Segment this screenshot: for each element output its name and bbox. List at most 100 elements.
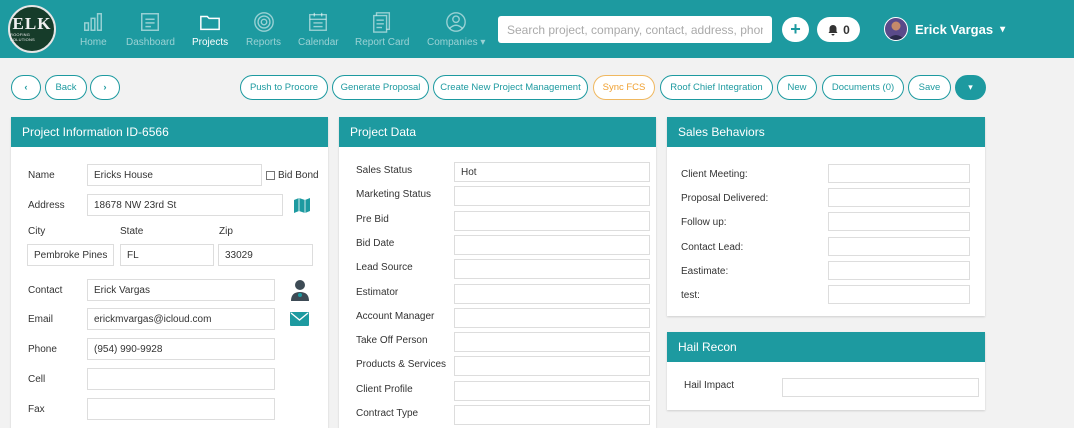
field-label: Client Profile bbox=[356, 383, 413, 395]
city-label: City bbox=[28, 226, 46, 237]
phone-label: Phone bbox=[28, 344, 57, 355]
nav-reports[interactable]: Reports bbox=[246, 11, 281, 48]
zip-input[interactable]: 33029 bbox=[218, 244, 313, 266]
save-button[interactable]: Save bbox=[908, 75, 951, 100]
notifications-button[interactable]: 0 bbox=[817, 17, 860, 42]
field-input[interactable] bbox=[828, 164, 970, 183]
documents-button[interactable]: Documents (0) bbox=[822, 75, 904, 100]
nav-projects[interactable]: Projects bbox=[192, 11, 228, 48]
address-input[interactable]: 18678 NW 23rd St bbox=[87, 194, 283, 216]
field-input[interactable] bbox=[454, 405, 650, 425]
nav-home[interactable]: Home bbox=[80, 11, 107, 48]
email-input[interactable]: erickmvargas@icloud.com bbox=[87, 308, 275, 330]
map-icon[interactable] bbox=[294, 198, 310, 213]
fax-label: Fax bbox=[28, 404, 45, 415]
panel-title: Project Data bbox=[339, 117, 656, 147]
fax-input[interactable] bbox=[87, 398, 275, 420]
calendar-icon bbox=[309, 12, 328, 31]
nav-calendar[interactable]: Calendar bbox=[298, 11, 339, 48]
envelope-icon[interactable] bbox=[290, 312, 309, 326]
panel-title: Project Information ID-6566 bbox=[11, 117, 328, 147]
field-label: Contract Type bbox=[356, 408, 419, 419]
back-button[interactable]: Back bbox=[45, 75, 87, 100]
field-input[interactable] bbox=[454, 259, 650, 280]
field-input[interactable] bbox=[454, 307, 650, 328]
field-label: Marketing Status bbox=[356, 189, 432, 201]
dashboard-icon bbox=[141, 13, 160, 31]
search-input[interactable] bbox=[498, 16, 772, 43]
user-circle-icon bbox=[446, 12, 467, 32]
project-data-panel: Project Data Sales Status Hot Marketing St… bbox=[339, 117, 656, 428]
nav-dashboard-label: Dashboard bbox=[126, 37, 175, 48]
field-input[interactable] bbox=[454, 186, 650, 207]
contact-input[interactable]: Erick Vargas bbox=[87, 279, 275, 301]
state-input[interactable]: FL bbox=[120, 244, 214, 266]
user-photo-icon bbox=[887, 21, 905, 40]
zip-label: Zip bbox=[219, 226, 233, 237]
logo-subtext: ROOFING SOLUTIONS bbox=[10, 32, 35, 42]
nav-calendar-label: Calendar bbox=[298, 37, 339, 48]
new-button[interactable]: New bbox=[777, 75, 817, 100]
name-input[interactable]: Ericks House bbox=[87, 164, 262, 186]
logo-text: ELK bbox=[12, 14, 52, 33]
more-options-button[interactable]: ▾ bbox=[955, 75, 986, 100]
checkbox-box[interactable] bbox=[266, 171, 275, 180]
field-label: Estimator bbox=[356, 286, 399, 298]
roof-chief-integration-button[interactable]: Roof Chief Integration bbox=[660, 75, 773, 100]
company-logo[interactable]: ELK ROOFING SOLUTIONS bbox=[8, 5, 56, 53]
field-input[interactable] bbox=[454, 380, 650, 401]
field-input[interactable] bbox=[828, 285, 970, 304]
field-input[interactable] bbox=[828, 260, 970, 280]
nav-home-label: Home bbox=[80, 37, 107, 48]
sync-fcs-button[interactable]: Sync FCS bbox=[593, 75, 655, 100]
field-input[interactable] bbox=[828, 212, 970, 232]
field-input[interactable] bbox=[454, 356, 650, 377]
user-name: Erick Vargas bbox=[915, 21, 994, 37]
panel-title: Sales Behaviors bbox=[667, 117, 985, 147]
field-label: Sales Status bbox=[356, 165, 413, 176]
phone-input[interactable]: (954) 990-9928 bbox=[87, 338, 275, 360]
field-input[interactable] bbox=[454, 332, 650, 353]
field-label: Eastimate: bbox=[681, 265, 729, 277]
add-button[interactable]: + bbox=[782, 17, 809, 42]
push-to-procore-button[interactable]: Push to Procore bbox=[240, 75, 328, 100]
field-label: Bid Date bbox=[356, 237, 395, 249]
nav-companies[interactable]: Companies ▾ bbox=[427, 11, 485, 48]
field-label: Contact Lead: bbox=[681, 241, 744, 253]
avatar bbox=[884, 17, 908, 41]
report-card-icon bbox=[373, 12, 391, 33]
field-input[interactable]: Hot bbox=[454, 162, 650, 182]
sales-behaviors-panel: Sales Behaviors Client Meeting: Proposal … bbox=[667, 117, 985, 316]
field-input[interactable] bbox=[828, 236, 970, 256]
city-input[interactable]: Pembroke Pines bbox=[27, 244, 114, 266]
contact-person-icon[interactable] bbox=[291, 279, 309, 301]
field-label: Products & Services bbox=[356, 359, 447, 371]
user-menu[interactable]: Erick Vargas ▾ bbox=[884, 17, 1005, 41]
next-button[interactable]: › bbox=[90, 75, 120, 100]
nav-dashboard[interactable]: Dashboard bbox=[126, 11, 175, 48]
top-navbar: ELK ROOFING SOLUTIONS Home Dashboard Pro… bbox=[0, 0, 1074, 58]
field-input[interactable] bbox=[454, 283, 650, 304]
chevron-down-icon: ▾ bbox=[1000, 23, 1006, 35]
field-label: Take Off Person bbox=[356, 335, 428, 347]
field-input[interactable] bbox=[828, 188, 970, 208]
generate-proposal-button[interactable]: Generate Proposal bbox=[332, 75, 429, 100]
hail-impact-input[interactable] bbox=[782, 378, 979, 397]
nav-companies-label: Companies ▾ bbox=[427, 37, 486, 48]
bell-icon bbox=[828, 24, 838, 35]
field-input[interactable] bbox=[454, 210, 650, 231]
bid-bond-checkbox[interactable]: Bid Bond bbox=[266, 170, 319, 181]
plus-icon: + bbox=[790, 19, 801, 39]
name-label: Name bbox=[28, 170, 55, 181]
nav-report-card-label: Report Card bbox=[355, 37, 410, 48]
cell-label: Cell bbox=[28, 374, 46, 385]
prev-button[interactable]: ‹ bbox=[11, 75, 41, 100]
project-information-panel: Project Information ID-6566 Name Ericks … bbox=[11, 117, 328, 428]
nav-report-card[interactable]: Report Card bbox=[355, 11, 409, 48]
field-input[interactable] bbox=[454, 234, 650, 255]
cell-input[interactable] bbox=[87, 368, 275, 390]
field-label: test: bbox=[681, 290, 700, 301]
folder-icon bbox=[200, 15, 220, 31]
hail-impact-label: Hail Impact bbox=[684, 380, 735, 391]
create-project-management-button[interactable]: Create New Project Management bbox=[433, 75, 588, 100]
